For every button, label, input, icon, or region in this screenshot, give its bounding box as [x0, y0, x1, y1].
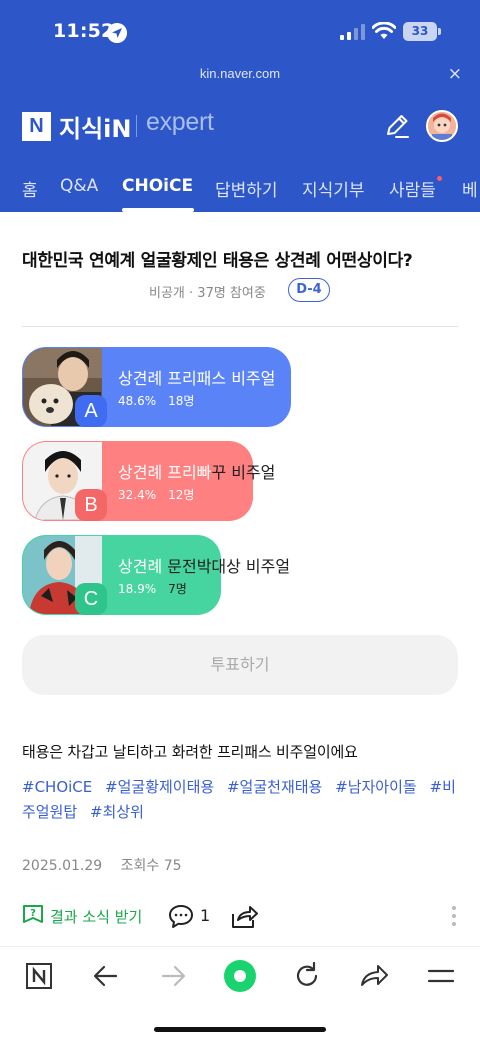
- question-body: 태용은 차갑고 날티하고 화려한 프리패스 비주얼이에요: [22, 743, 358, 761]
- tag-list: #CHOiCE #얼굴황제이태용 #얼굴천재태용 #남자아이돌 #비주얼원탑 #…: [22, 775, 458, 825]
- home-indicator: [154, 1027, 326, 1032]
- post-date: 2025.01.29: [22, 858, 103, 874]
- poll-option-a[interactable]: A 상견례 프리패스 비주얼 48.6% 18명: [22, 347, 458, 427]
- site-header: N 지식iN expert 홈 Q&A CHOiCE 답변하기 지식기부 사람들…: [0, 88, 480, 212]
- status-time: 11:52: [53, 20, 115, 42]
- reload-icon[interactable]: [287, 959, 327, 993]
- option-stats: 18.9% 7명: [118, 580, 187, 597]
- option-percent: 48.6%: [118, 394, 157, 408]
- browser-toolbar: [0, 946, 480, 1040]
- tab-qna[interactable]: Q&A: [60, 176, 98, 196]
- participant-count: 37명 참여중: [197, 286, 266, 301]
- option-label: 상견례 프리패스 비주얼: [118, 365, 275, 389]
- action-row: ? 결과 소식 받기 1: [22, 902, 458, 930]
- option-label-outside: 문전박대상 비주얼: [167, 557, 291, 576]
- tab-choice[interactable]: CHOiCE: [122, 176, 193, 196]
- pen-icon[interactable]: [383, 112, 411, 140]
- avatar[interactable]: [426, 110, 458, 142]
- option-percent: 32.4%: [118, 488, 157, 502]
- poll-option-c[interactable]: C 상견례 문전박대상 비주얼 18.9% 7명: [22, 535, 458, 615]
- more-icon[interactable]: [450, 904, 458, 928]
- close-icon[interactable]: ×: [448, 64, 462, 84]
- naver-home-icon[interactable]: [19, 959, 59, 993]
- back-icon[interactable]: [86, 959, 126, 993]
- share-icon[interactable]: [230, 902, 258, 930]
- expert-link[interactable]: expert: [146, 108, 214, 137]
- share-arrow-icon[interactable]: [354, 959, 394, 993]
- option-label: 상견례 문전박대상 비주얼: [118, 553, 290, 577]
- post-meta: 2025.01.29 조회수 75: [22, 855, 182, 875]
- location-arrow-icon: [107, 23, 127, 43]
- bell-question-icon: ?: [23, 905, 43, 923]
- option-label-inside: 상견례: [118, 557, 168, 576]
- tag-link[interactable]: #CHOiCE: [22, 778, 92, 796]
- url-bar[interactable]: kin.naver.com ×: [0, 64, 480, 88]
- naver-logo[interactable]: N: [22, 112, 51, 141]
- option-votes: 12명: [168, 488, 195, 502]
- option-letter-badge: A: [75, 395, 107, 427]
- option-stats: 48.6% 18명: [118, 392, 194, 409]
- tag-link[interactable]: #최상위: [90, 803, 144, 821]
- tab-donate[interactable]: 지식기부: [302, 176, 365, 201]
- result-subscribe-label: 결과 소식 받기: [50, 908, 143, 926]
- tab-home[interactable]: 홈: [22, 176, 38, 201]
- new-badge-dot: [437, 176, 442, 181]
- question-meta: 비공개 · 37명 참여중: [149, 282, 266, 301]
- svg-text:?: ?: [30, 908, 36, 919]
- tab-people[interactable]: 사람들: [389, 176, 436, 201]
- option-votes: 18명: [168, 394, 195, 408]
- tag-link[interactable]: #남자아이돌: [335, 778, 417, 796]
- brand-divider: [136, 115, 137, 137]
- battery-icon: 33: [403, 22, 437, 41]
- menu-icon[interactable]: [421, 959, 461, 993]
- option-label: 상견례 프리빠꾸 비주얼: [118, 459, 275, 483]
- tag-link[interactable]: #얼굴천재태용: [227, 778, 322, 796]
- brand-title[interactable]: 지식iN: [59, 109, 131, 144]
- vote-button[interactable]: 투표하기: [22, 635, 458, 695]
- status-bar: 11:52 33: [0, 0, 480, 64]
- comment-count: 1: [200, 906, 211, 925]
- comment-icon[interactable]: [168, 903, 194, 929]
- question-title: 대한민국 연예계 얼굴황제인 태용은 상견례 어떤상이다?: [22, 251, 413, 271]
- option-letter-badge: C: [75, 583, 107, 615]
- poll-option-b[interactable]: B 상견례 프리빠꾸 비주얼 32.4% 12명: [22, 441, 458, 521]
- option-label-inside: 상견례 프리빠: [118, 463, 212, 482]
- option-label-outside: 꾸 비주얼: [211, 463, 276, 482]
- visibility-label: 비공개: [149, 286, 185, 301]
- option-stats: 32.4% 12명: [118, 486, 194, 503]
- green-dot-icon[interactable]: [220, 959, 260, 993]
- dday-badge: D-4: [288, 278, 330, 302]
- option-votes: 7명: [168, 582, 187, 596]
- battery-tip: [438, 28, 441, 35]
- signal-icon: [340, 24, 365, 40]
- active-tab-indicator: [122, 208, 194, 212]
- view-count: 조회수 75: [120, 858, 182, 874]
- wifi-icon: [372, 22, 396, 39]
- option-percent: 18.9%: [118, 582, 157, 596]
- main-nav: 홈 Q&A CHOiCE 답변하기 지식기부 사람들 베: [0, 164, 480, 212]
- url-text: kin.naver.com: [199, 66, 281, 81]
- forward-icon[interactable]: [153, 959, 193, 993]
- divider: [22, 326, 458, 327]
- tab-more[interactable]: 베: [462, 176, 478, 201]
- tab-answer[interactable]: 답변하기: [215, 176, 278, 201]
- option-letter-badge: B: [75, 489, 107, 521]
- tag-link[interactable]: #얼굴황제이태용: [105, 778, 214, 796]
- option-label-inside: 상견례 프리패스 비주얼: [118, 369, 276, 388]
